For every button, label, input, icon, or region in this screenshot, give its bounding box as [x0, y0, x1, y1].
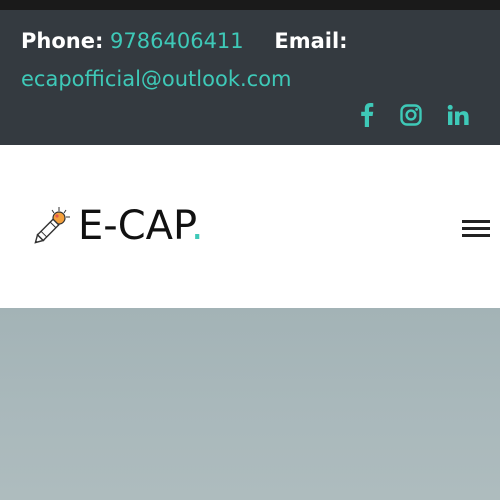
site-header: E-CAP.	[0, 145, 500, 308]
instagram-icon[interactable]	[396, 100, 426, 130]
contact-line: Phone: 9786406411 Email:	[21, 28, 348, 54]
contact-bar: Phone: 9786406411 Email: ecapofficial@ou…	[0, 10, 500, 145]
pencil-lightbulb-icon	[34, 207, 70, 244]
linkedin-icon[interactable]	[443, 100, 473, 130]
brand-name: E-CAP.	[78, 203, 204, 249]
top-edge-strip	[0, 0, 500, 10]
hero-banner	[0, 308, 500, 500]
phone-label: Phone:	[21, 29, 104, 53]
facebook-icon[interactable]	[352, 100, 382, 130]
phone-number-link[interactable]: 9786406411	[110, 29, 244, 53]
hamburger-menu-icon[interactable]	[460, 216, 492, 242]
email-address-link[interactable]: ecapofficial@outlook.com	[21, 66, 292, 92]
email-label: Email:	[274, 29, 348, 53]
brand-logo-link[interactable]: E-CAP.	[28, 203, 204, 249]
